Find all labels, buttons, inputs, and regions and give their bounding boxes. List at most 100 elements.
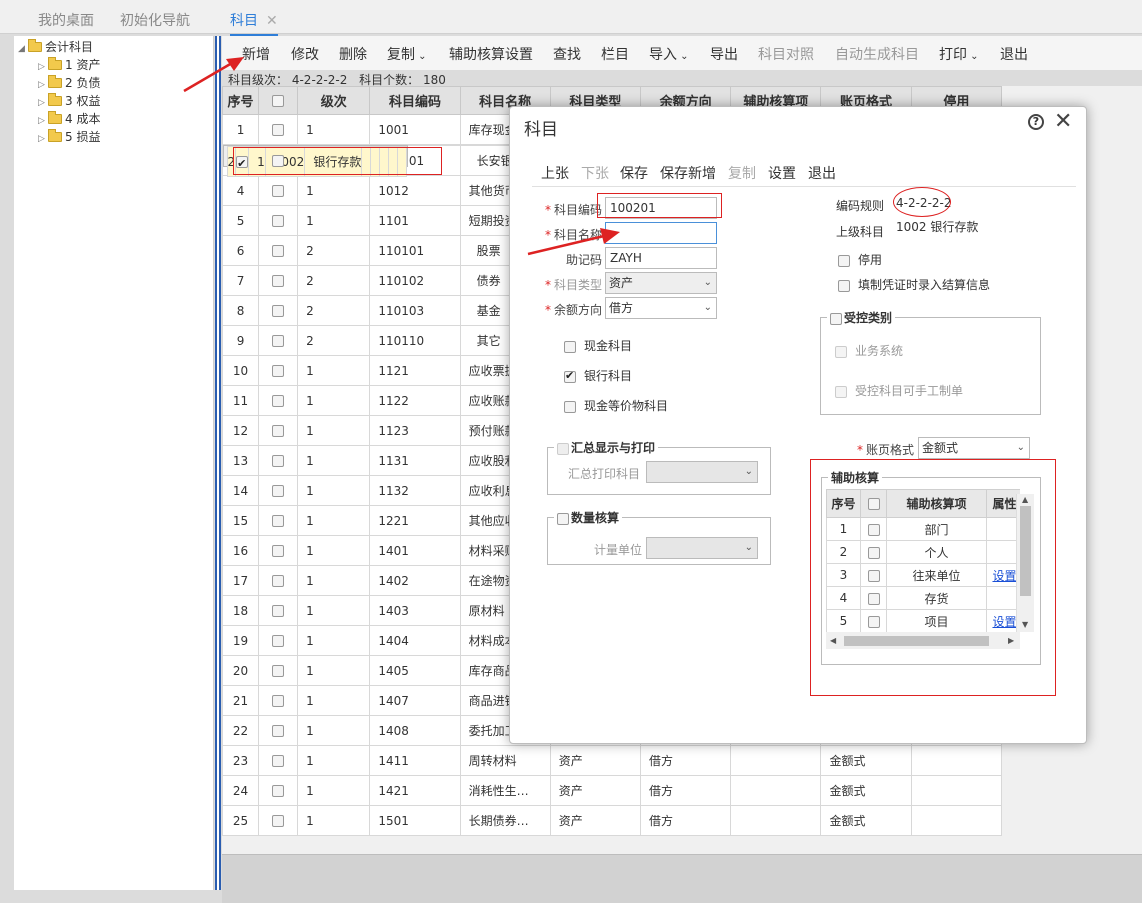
row-checkbox[interactable] — [272, 185, 285, 197]
disable-checkbox[interactable]: 停用 — [838, 251, 882, 268]
cell-fmt[interactable] — [388, 146, 399, 177]
row-select-cell[interactable] — [258, 655, 299, 686]
row-checkbox[interactable] — [272, 395, 285, 407]
checkbox[interactable] — [838, 254, 850, 267]
row-checkbox[interactable] — [272, 815, 285, 827]
cell-code[interactable]: 1012 — [369, 175, 461, 206]
cell-disabled[interactable] — [910, 805, 1003, 836]
row-checkbox[interactable] — [272, 635, 285, 647]
cell-level[interactable]: 1 — [297, 625, 371, 656]
cell-no[interactable]: 11 — [222, 385, 260, 416]
row-select-cell[interactable] — [258, 355, 299, 386]
scroll-thumb[interactable] — [844, 636, 989, 646]
cell-code[interactable]: 1421 — [369, 775, 461, 806]
row-checkbox[interactable] — [272, 425, 285, 437]
cell-dir[interactable]: 借方 — [639, 805, 732, 836]
cell-fmt[interactable]: 金额式 — [820, 775, 912, 806]
unit-select[interactable]: ⌄ — [646, 537, 758, 559]
checkbox[interactable] — [564, 340, 576, 353]
cell-code[interactable]: 1407 — [369, 685, 461, 716]
cell-no[interactable]: 5 — [222, 205, 260, 236]
cell-level[interactable]: 2 — [297, 265, 371, 296]
row-select-cell[interactable] — [258, 595, 299, 626]
cell-level[interactable]: 1 — [297, 205, 371, 236]
cell-dir[interactable]: 借方 — [639, 745, 732, 776]
row-select-cell[interactable] — [258, 625, 299, 656]
cell-no[interactable]: 17 — [222, 565, 260, 596]
aux-cell-check[interactable] — [860, 563, 887, 587]
scroll-up-icon[interactable]: ▲ — [1022, 495, 1028, 504]
aux-checkbox[interactable] — [867, 592, 880, 605]
col-header-code[interactable]: 科目编码 — [369, 86, 461, 115]
table-row[interactable]: 23 1 1411 周转材料 资产 借方 金额式 — [222, 745, 1003, 776]
cell-no[interactable]: 16 — [222, 535, 260, 566]
checkbox[interactable] — [557, 442, 569, 455]
row-select-cell[interactable] — [235, 146, 250, 177]
cell-code[interactable]: 1405 — [369, 655, 461, 686]
tree-item-equity[interactable]: ▷ 3 权益 — [38, 92, 100, 110]
row-select-cell[interactable] — [258, 295, 299, 326]
row-checkbox[interactable] — [272, 575, 285, 587]
row-checkbox[interactable] — [272, 485, 285, 497]
table-row[interactable]: 211002银行存款 — [222, 145, 409, 177]
row-select-cell[interactable] — [258, 715, 299, 746]
scroll-right-icon[interactable]: ▶ — [1008, 636, 1014, 645]
dialog-exit-button[interactable]: 退出 — [808, 163, 836, 183]
cell-disabled[interactable] — [910, 745, 1003, 776]
cell-no[interactable]: 13 — [222, 445, 260, 476]
row-checkbox[interactable] — [272, 245, 285, 257]
cell-no[interactable]: 15 — [222, 505, 260, 536]
select-all-checkbox[interactable] — [272, 94, 285, 107]
row-checkbox[interactable] — [272, 665, 285, 677]
mnemonic-input[interactable]: ZAYH — [605, 247, 717, 269]
cell-code[interactable]: 1131 — [369, 445, 461, 476]
cell-no[interactable]: 9 — [222, 325, 260, 356]
aux-row[interactable]: 4 存货 — [826, 586, 1020, 610]
scroll-down-icon[interactable]: ▼ — [1022, 620, 1028, 629]
cell-type[interactable] — [361, 146, 372, 177]
aux-vertical-scrollbar[interactable]: ▲ ▼ — [1016, 494, 1034, 632]
cell-fmt[interactable]: 金额式 — [820, 805, 912, 836]
page-format-select[interactable]: 金额式 ⌄ — [918, 437, 1030, 459]
edit-button[interactable]: 修改 — [291, 44, 319, 64]
tree-item-assets[interactable]: ▷ 1 资产 — [38, 56, 100, 74]
close-icon[interactable]: ✕ — [1054, 109, 1072, 134]
cell-code[interactable]: 1501 — [369, 805, 461, 836]
cell-code[interactable]: 1123 — [369, 415, 461, 446]
cell-no[interactable]: 8 — [222, 295, 260, 326]
cell-no[interactable]: 6 — [222, 235, 260, 266]
cell-no[interactable]: 12 — [222, 415, 260, 446]
delete-button[interactable]: 删除 — [339, 44, 367, 64]
cell-level[interactable]: 1 — [297, 715, 371, 746]
row-checkbox[interactable] — [272, 275, 285, 287]
aux-cell-check[interactable] — [860, 517, 887, 541]
cell-level[interactable]: 1 — [297, 355, 371, 386]
cell-code[interactable]: 1402 — [369, 565, 461, 596]
cell-level[interactable]: 2 — [297, 295, 371, 326]
row-select-cell[interactable] — [258, 235, 299, 266]
cell-level[interactable]: 1 — [297, 535, 371, 566]
row-select-cell[interactable] — [258, 475, 299, 506]
compare-button[interactable]: 科目对照 — [758, 44, 814, 64]
select-all-checkbox[interactable] — [867, 497, 880, 510]
cell-level[interactable]: 1 — [297, 595, 371, 626]
cell-level[interactable]: 1 — [297, 685, 371, 716]
cell-name[interactable]: 周转材料 — [459, 745, 551, 776]
bank-subject-checkbox[interactable]: 银行科目 — [564, 367, 632, 384]
autogen-button[interactable]: 自动生成科目 — [835, 44, 919, 64]
collapse-icon[interactable]: ◢ — [18, 40, 28, 58]
cell-no[interactable]: 24 — [222, 775, 260, 806]
copy-button[interactable]: 复制 ⌄ — [387, 44, 427, 64]
columns-button[interactable]: 栏目 — [601, 44, 629, 64]
row-checkbox[interactable] — [272, 515, 285, 527]
cell-level[interactable]: 2 — [297, 325, 371, 356]
table-row[interactable]: 24 1 1421 消耗性生… 资产 借方 金额式 — [222, 775, 1003, 806]
cell-no[interactable]: 7 — [222, 265, 260, 296]
cell-level[interactable]: 1 — [297, 775, 371, 806]
cell-level[interactable]: 1 — [297, 475, 371, 506]
cell-level[interactable]: 1 — [297, 175, 371, 206]
cell-disabled[interactable] — [910, 775, 1003, 806]
checkbox[interactable] — [557, 512, 569, 525]
close-icon[interactable]: ✕ — [266, 13, 278, 29]
col-header-check[interactable] — [258, 86, 299, 115]
